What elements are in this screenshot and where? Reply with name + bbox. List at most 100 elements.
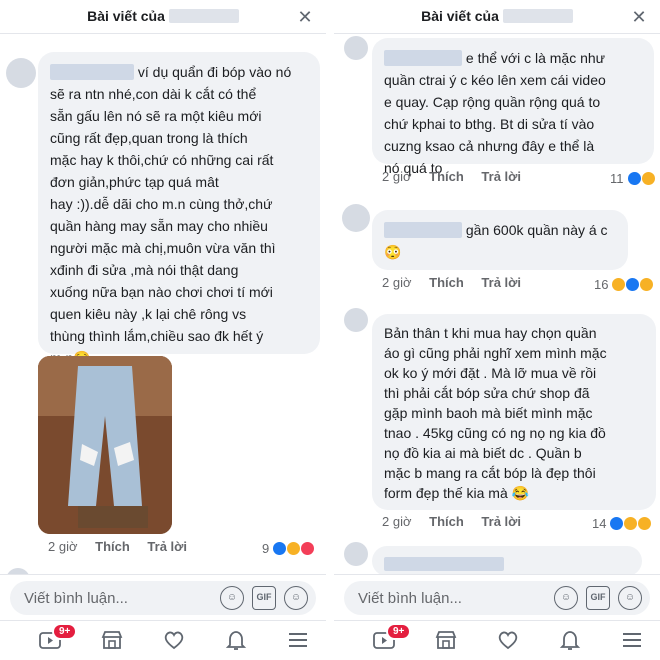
like-action[interactable]: Thích <box>429 514 464 529</box>
hamburger-menu-icon <box>289 633 307 647</box>
comment-input[interactable]: Viết bình luận... ☺ GIF ☺ <box>344 581 650 615</box>
avatar[interactable] <box>344 36 368 60</box>
haha-reaction-icon <box>623 515 639 531</box>
sticker-icon[interactable]: ☺ <box>554 586 578 610</box>
comment-input[interactable]: Viết bình luận... ☺ GIF ☺ <box>10 581 316 615</box>
wow-reaction-icon <box>639 276 655 292</box>
avatar[interactable] <box>6 58 36 88</box>
comment-actions: 2 giờ Thích Trả lời <box>382 275 535 293</box>
comment-time: 2 giờ <box>382 169 412 184</box>
blurred-commenter-name <box>384 50 462 66</box>
haha-reaction-icon <box>611 276 627 292</box>
comment-text: 😳 <box>384 244 402 260</box>
marketplace-tab[interactable] <box>100 629 126 653</box>
reaction-count: 9 <box>262 540 270 556</box>
composer-icons: ☺ GIF ☺ <box>554 586 642 610</box>
reaction-summary[interactable]: 9 <box>262 539 316 557</box>
reply-action[interactable]: Trả lời <box>147 539 187 554</box>
post-header: Bài viết của ✕ <box>0 0 326 34</box>
header-title-text: Bài viết của <box>421 8 499 24</box>
blurred-author-name <box>168 9 239 23</box>
emoji-icon[interactable]: ☺ <box>618 586 642 610</box>
comment-time: 2 giờ <box>48 539 78 554</box>
left-panel: Bài viết của ✕ ví dụ quẩn đi bóp vào nó … <box>0 0 326 660</box>
heart-icon <box>164 631 184 650</box>
menu-tab[interactable] <box>286 629 312 653</box>
dating-tab[interactable] <box>162 629 188 653</box>
reply-action[interactable]: Trả lời <box>481 169 521 184</box>
like-reaction-icon <box>609 515 625 531</box>
header-title: Bài viết của <box>0 8 326 24</box>
bottom-navigation: 9+ <box>0 620 326 660</box>
right-panel: Bài viết của ✕ e thể với c là mặc như qu… <box>334 0 660 660</box>
panel-divider <box>326 0 334 660</box>
video-badge: 9+ <box>52 623 78 640</box>
comment-time: 2 giờ <box>382 514 412 529</box>
close-button[interactable]: ✕ <box>628 6 650 28</box>
reaction-summary[interactable]: 14 <box>592 514 653 532</box>
comment-time: 2 giờ <box>382 275 412 290</box>
comment-actions: 2 giờ Thích Trả lời <box>382 514 535 532</box>
marketplace-icon <box>101 631 123 649</box>
love-reaction-icon <box>300 540 316 556</box>
notifications-tab[interactable] <box>224 629 250 653</box>
sticker-icon[interactable]: ☺ <box>220 586 244 610</box>
wow-reaction-icon <box>637 515 653 531</box>
comment-text: quần ctrai ý c kéo lên xem cái video e q… <box>384 72 606 176</box>
blurred-commenter-name <box>50 64 134 80</box>
bell-icon <box>559 631 581 650</box>
video-tab[interactable]: 9+ <box>38 623 78 653</box>
avatar[interactable] <box>344 542 368 566</box>
comment-first-line: gần 600k quần này á c <box>465 222 608 238</box>
jeans-photo-illustration <box>38 356 172 534</box>
reply-action[interactable]: Trả lời <box>481 275 521 290</box>
post-header: Bài viết của ✕ <box>334 0 660 34</box>
wow-reaction-icon <box>640 170 656 186</box>
reaction-summary[interactable]: 11 <box>610 169 656 187</box>
like-action[interactable]: Thích <box>95 539 130 554</box>
comment-placeholder: Viết bình luận... <box>24 590 128 607</box>
marketplace-tab[interactable] <box>434 629 460 653</box>
reaction-count: 14 <box>592 515 607 531</box>
close-button[interactable]: ✕ <box>294 6 316 28</box>
like-reaction-icon <box>625 276 641 292</box>
blurred-author-name <box>502 9 573 23</box>
comment-photo[interactable] <box>38 356 172 534</box>
blurred-commenter-name <box>384 557 504 571</box>
comment-text: sẽ ra ntn nhé,con dài k cắt có thể sẵn g… <box>50 86 276 366</box>
comment-placeholder: Viết bình luận... <box>358 590 462 607</box>
like-reaction-icon <box>626 170 642 186</box>
video-tab[interactable]: 9+ <box>372 623 412 653</box>
comment-bubble: gần 600k quần này á c 😳 <box>372 210 628 270</box>
comment-actions: 2 giờ Thích Trả lời <box>382 169 535 187</box>
reaction-summary[interactable]: 16 <box>594 275 655 293</box>
comment-first-line: ví dụ quẩn đi bóp vào nó <box>137 64 292 80</box>
bottom-navigation: 9+ <box>334 620 660 660</box>
comment-bubble: Bản thân t khi mua hay chọn quần áo gì c… <box>372 314 656 510</box>
header-title-text: Bài viết của <box>87 8 165 24</box>
gif-icon[interactable]: GIF <box>586 586 610 610</box>
composer-icons: ☺ GIF ☺ <box>220 586 308 610</box>
emoji-icon[interactable]: ☺ <box>284 586 308 610</box>
wow-reaction-icon <box>286 540 302 556</box>
comment-composer: Viết bình luận... ☺ GIF ☺ <box>334 574 660 620</box>
heart-icon <box>498 631 518 650</box>
comment-bubble: ví dụ quẩn đi bóp vào nó sẽ ra ntn nhé,c… <box>38 52 320 366</box>
header-title: Bài viết của <box>334 8 660 24</box>
reaction-count: 16 <box>594 276 609 292</box>
blurred-commenter-name <box>384 222 462 238</box>
reply-action[interactable]: Trả lời <box>481 514 521 529</box>
like-reaction-icon <box>272 540 288 556</box>
reaction-count: 11 <box>610 170 624 186</box>
like-action[interactable]: Thích <box>429 275 464 290</box>
notifications-tab[interactable] <box>558 629 584 653</box>
dating-tab[interactable] <box>496 629 522 653</box>
comment-text: Bản thân t khi mua hay chọn quần áo gì c… <box>384 325 607 501</box>
video-badge: 9+ <box>386 623 412 640</box>
comment-first-line: e thể với c là mặc như <box>465 50 606 66</box>
menu-tab[interactable] <box>620 629 646 653</box>
avatar[interactable] <box>342 204 370 232</box>
like-action[interactable]: Thích <box>429 169 464 184</box>
avatar[interactable] <box>344 308 368 332</box>
gif-icon[interactable]: GIF <box>252 586 276 610</box>
